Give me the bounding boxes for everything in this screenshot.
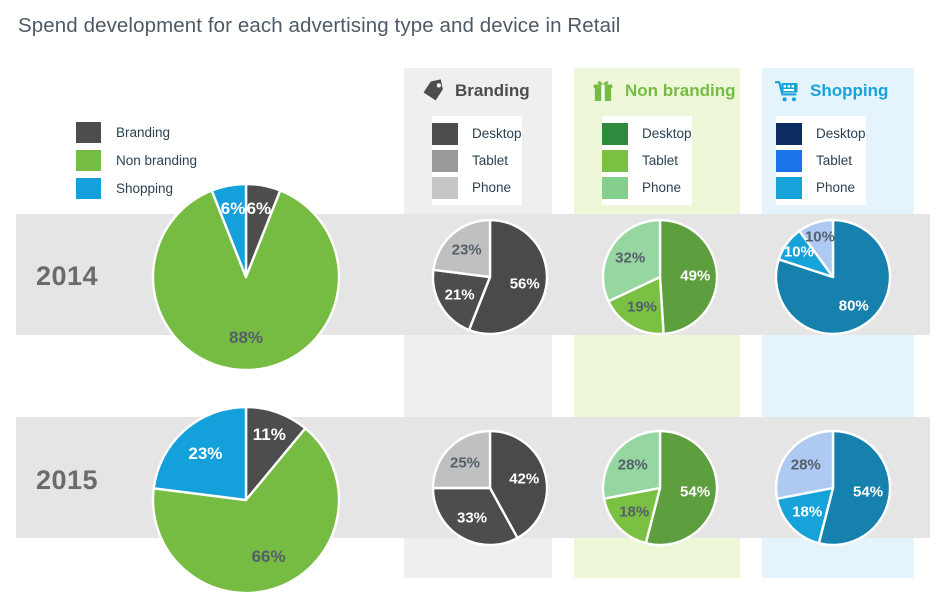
pie-chart-overview-2015 [150, 404, 342, 596]
device-label-phone: Phone [816, 180, 856, 195]
column-header-label-branding: Branding [455, 81, 530, 100]
device-swatch-tablet [602, 149, 628, 172]
device-legend-item: Phone [432, 174, 522, 201]
device-legend-nonbranding: Desktop Tablet Phone [602, 116, 692, 205]
device-label-desktop: Desktop [472, 126, 522, 141]
device-swatch-desktop [602, 122, 628, 145]
pie-chart-nonbranding-2014 [600, 217, 720, 337]
device-legend-item: Desktop [432, 120, 522, 147]
device-legend-shopping: Desktop Tablet Phone [776, 116, 866, 205]
device-legend-item: Phone [602, 174, 692, 201]
legend-item-nonbranding: Non branding [76, 146, 197, 174]
pie-slice-phone [774, 429, 835, 500]
pie-slice-phone [431, 429, 492, 490]
device-legend-item: Tablet [432, 147, 522, 174]
device-legend-item: Desktop [602, 120, 692, 147]
column-header-label-nonbranding: Non branding [625, 81, 736, 100]
device-swatch-phone [432, 176, 458, 199]
device-label-desktop: Desktop [816, 126, 866, 141]
pie-chart-branding-2014 [430, 217, 550, 337]
page-title: Spend development for each advertising t… [18, 14, 621, 37]
pie-chart-nonbranding-2015 [600, 428, 720, 548]
column-header-branding: Branding [420, 76, 530, 106]
gift-icon [590, 78, 616, 104]
infographic-canvas: Spend development for each advertising t… [0, 0, 947, 615]
device-swatch-tablet [432, 149, 458, 172]
pie-chart-overview-2014 [150, 181, 342, 373]
legend-swatch-nonbranding [76, 149, 101, 171]
pie-chart-branding-2015 [430, 428, 550, 548]
pie-chart-shopping-2015 [773, 428, 893, 548]
pie-slice-phone [432, 218, 492, 279]
device-label-phone: Phone [472, 180, 512, 195]
pie-slice-shopping [152, 405, 248, 502]
column-header-nonbranding: Non branding [590, 76, 735, 106]
cart-icon [774, 78, 801, 104]
device-swatch-tablet [776, 149, 802, 172]
column-header-label-shopping: Shopping [810, 81, 889, 100]
device-legend-item: Phone [776, 174, 866, 201]
device-swatch-desktop [776, 122, 802, 145]
device-legend-branding: Desktop Tablet Phone [432, 116, 522, 205]
legend-swatch-shopping [76, 177, 101, 199]
legend-label-branding: Branding [116, 124, 171, 140]
column-header-shopping: Shopping [774, 76, 889, 106]
row-label-2014: 2014 [36, 261, 99, 291]
device-legend-item: Tablet [602, 147, 692, 174]
device-legend-item: Desktop [776, 120, 866, 147]
tag-icon [420, 78, 446, 104]
pie-chart-shopping-2014 [773, 217, 893, 337]
device-label-phone: Phone [642, 180, 682, 195]
device-legend-item: Tablet [776, 147, 866, 174]
device-label-desktop: Desktop [642, 126, 692, 141]
device-label-tablet: Tablet [472, 153, 509, 168]
device-swatch-phone [776, 176, 802, 199]
row-label-2015: 2015 [36, 465, 99, 495]
device-label-tablet: Tablet [642, 153, 679, 168]
pie-slice-phone [601, 429, 662, 500]
pie-slice-desktop [658, 218, 719, 336]
device-swatch-phone [602, 176, 628, 199]
device-label-tablet: Tablet [816, 153, 853, 168]
legend-swatch-branding [76, 121, 101, 143]
legend-item-branding: Branding [76, 118, 197, 146]
device-swatch-desktop [432, 122, 458, 145]
legend-label-nonbranding: Non branding [116, 152, 198, 168]
